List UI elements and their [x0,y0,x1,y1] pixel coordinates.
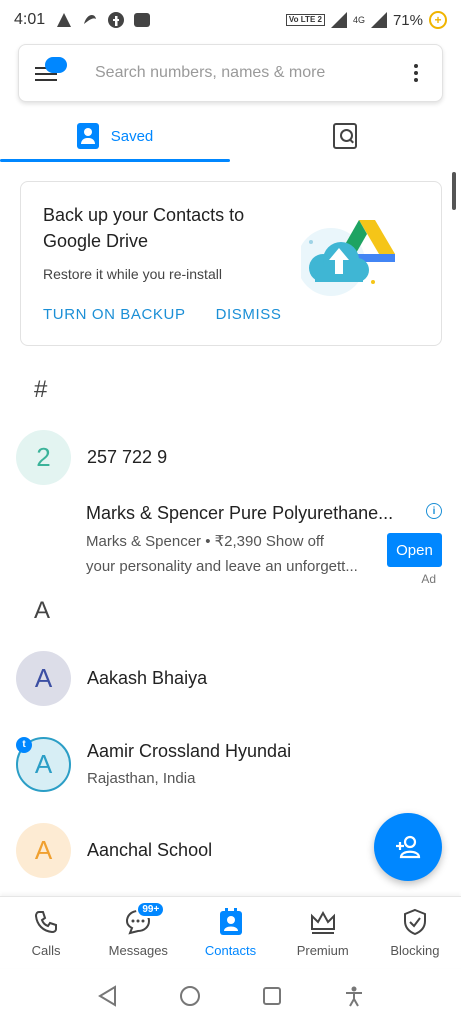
more-options-icon[interactable] [406,64,426,82]
tab-saved[interactable]: Saved [0,110,230,162]
battery-percent: 71% [392,11,423,29]
contact-search-icon [333,123,357,149]
ad-title: Marks & Spencer Pure Polyurethane... [86,503,394,523]
messages-count-badge: 99+ [136,901,166,918]
nav-messages-label: Messages [108,943,168,958]
myjio-icon [134,13,151,27]
avatar-initial: A [34,834,53,865]
tab-search-contacts[interactable] [230,110,460,162]
facebook-icon [108,12,125,28]
airtel-icon [57,13,72,27]
chat-bubble-icon [45,57,67,73]
nav-blocking[interactable]: Blocking [369,897,461,968]
contacts-icon [216,907,246,937]
nav-contacts-label: Contacts [204,943,257,958]
ad-info-icon[interactable]: i [426,503,442,519]
accessibility-icon[interactable] [343,985,365,1007]
system-nav-bar [0,968,461,1024]
search-bar[interactable]: Search numbers, names & more [18,44,443,102]
status-system-icons: Vo LTE 2 4G 71% + [285,11,447,29]
contact-text: Aamir Crossland Hyundai Rajasthan, India [87,741,291,787]
sponsored-ad[interactable]: Marks & Spencer Pure Polyurethane... Mar… [86,503,446,593]
truecaller-badge-icon: t [16,736,32,753]
nav-blocking-label: Blocking [390,943,440,958]
contact-text: 257 722 9 [87,447,167,468]
avatar: A [16,650,71,706]
contact-text: Aanchal School [87,840,212,861]
signal-icon-2 [370,12,387,28]
ad-open-button[interactable]: Open [387,533,442,567]
nav-calls[interactable]: Calls [0,897,92,968]
ad-badge: Ad [421,572,436,586]
section-header-a: A [34,597,51,624]
contact-text: Aakash Bhaiya [87,668,207,689]
ad-line-1: Marks & Spencer • ₹2,390 Show off [86,533,324,550]
contact-location: Rajasthan, India [87,770,196,787]
phone-icon [31,907,61,937]
search-input[interactable]: Search numbers, names & more [95,64,406,82]
contact-row[interactable]: t A Aamir Crossland Hyundai Rajasthan, I… [0,729,461,799]
google-drive-illustration-icon [301,220,395,296]
nav-calls-label: Calls [31,943,61,958]
contact-name: Aakash Bhaiya [87,667,208,688]
backup-title: Back up your Contacts to Google Drive [43,205,245,251]
crown-icon [308,907,338,937]
add-person-icon [396,835,421,859]
contact-name: 257 722 9 [87,446,168,467]
home-icon[interactable] [179,985,201,1007]
chat-icon: 99+ [123,901,166,937]
contact-tabs: Saved [0,110,461,162]
nav-premium[interactable]: Premium [277,897,369,968]
saved-contacts-icon [76,123,99,149]
network-type: 4G [352,15,365,25]
bottom-nav: Calls 99+ Messages Contacts Premium Bloc… [0,896,461,968]
backup-card: Back up your Contacts to Google Drive Re… [20,181,442,346]
contact-row[interactable]: 2 257 722 9 [0,422,461,492]
menu-icon[interactable] [35,57,67,85]
avatar-initial: A [34,748,53,779]
status-time: 4:01 [14,11,46,28]
contact-name: Aamir Crossland Hyundai [87,741,292,761]
add-contact-button[interactable] [374,813,442,881]
nav-premium-label: Premium [296,943,349,958]
scrollbar[interactable] [452,172,456,210]
shield-icon [400,907,430,937]
recents-icon[interactable] [261,985,283,1007]
contact-row[interactable]: A Aakash Bhaiya [0,643,461,713]
ad-line-2: your personality and leave an unforgett.… [86,558,358,575]
avatar: A [16,822,71,878]
dismiss-button[interactable]: DISMISS [216,306,282,323]
status-bar: 4:01 Vo LTE 2 4G 71% + [0,0,461,40]
turn-on-backup-button[interactable]: TURN ON BACKUP [43,306,186,323]
avatar-initial: A [34,662,53,693]
tab-saved-label: Saved [110,127,154,145]
volte-icon: Vo LTE 2 [285,14,325,26]
status-notification-icons [55,11,151,29]
airtel-swirl-icon [84,14,97,24]
nav-messages[interactable]: 99+ Messages [92,897,184,968]
battery-saver-icon: + [429,11,447,29]
backup-actions: TURN ON BACKUP DISMISS [43,306,419,323]
signal-icon [330,12,347,28]
nav-contacts[interactable]: Contacts [184,897,276,968]
section-header-hash: # [34,376,48,403]
avatar-initial: 2 [36,441,51,472]
avatar: t A [16,736,71,792]
contact-name: Aanchal School [87,839,213,860]
back-icon[interactable] [97,985,119,1007]
avatar: 2 [16,429,71,485]
